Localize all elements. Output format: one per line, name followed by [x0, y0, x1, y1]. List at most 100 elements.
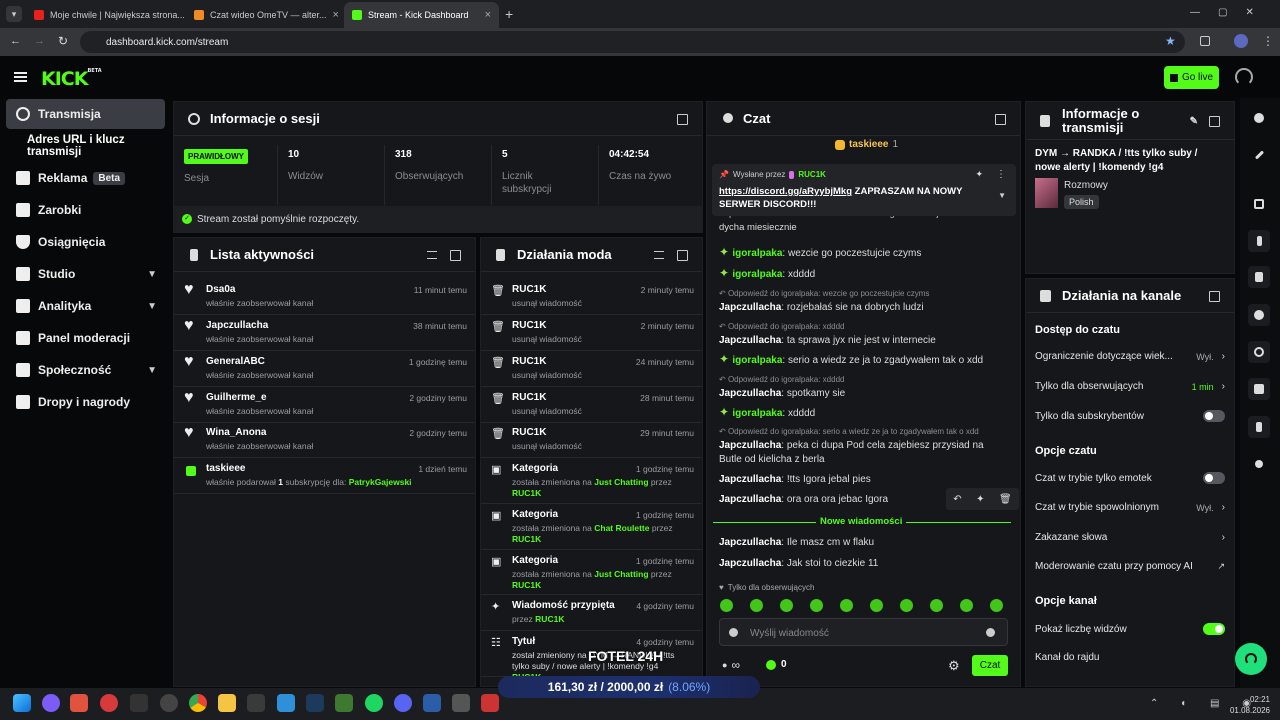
spotify-icon[interactable] — [365, 694, 383, 712]
app-icon-2[interactable] — [70, 694, 88, 712]
chat-message[interactable]: ↶ Odpowiedź do igoralpaka: wezcie go poc… — [719, 287, 1009, 315]
app-icon-3[interactable] — [100, 694, 118, 712]
close-tab-icon[interactable]: × — [485, 9, 491, 21]
nav-item-studio[interactable]: Studio ▼ — [6, 259, 165, 289]
popout-icon[interactable] — [995, 114, 1006, 125]
window-controls[interactable]: —▢✕ — [1190, 7, 1272, 18]
chat-username[interactable]: igoralpaka — [732, 269, 782, 280]
nav-item-analityka[interactable]: Analityka ▼ — [6, 291, 165, 321]
forward-icon[interactable]: → — [34, 35, 45, 47]
focus-icon[interactable] — [1248, 193, 1270, 215]
browser-tab-3[interactable]: Stream - Kick Dashboard × — [344, 2, 499, 28]
expand-chevron-icon[interactable]: ▼ — [998, 191, 1006, 200]
unpin-icon[interactable]: ✦ — [975, 169, 983, 180]
nav-item-panel-moderacji[interactable]: Panel moderacji — [6, 323, 165, 353]
smile-icon[interactable] — [986, 628, 995, 637]
pin-icon[interactable]: ✦ — [976, 494, 984, 505]
support-headset-icon[interactable] — [1235, 643, 1267, 675]
hamburger-menu-icon[interactable] — [14, 72, 27, 82]
tab-search-icon[interactable]: ▾ — [6, 6, 22, 22]
chat-message[interactable]: ↶ Odpowiedź do igoralpaka: serio a wiedz… — [719, 425, 1009, 467]
file-explorer-icon[interactable] — [218, 694, 236, 712]
chat-settings-icon[interactable]: ⚙ — [948, 658, 960, 674]
popout-icon[interactable] — [677, 250, 688, 261]
chat-message[interactable]: ✦ igoralpaka: xdddd — [719, 266, 1009, 282]
nav-item-reklama[interactable]: Reklama Beta — [6, 163, 165, 193]
app-icon-1[interactable] — [42, 694, 60, 712]
emote-only-toggle[interactable] — [1203, 472, 1225, 484]
emote-icon[interactable] — [810, 599, 823, 612]
bolt-icon[interactable] — [1248, 230, 1270, 252]
nav-item-spolecznosc[interactable]: Społeczność ▼ — [6, 355, 165, 385]
pinned-message[interactable]: 📌 Wysłane przez RUC1K ✦ ⋮ ▼ https://discor… — [712, 164, 1016, 216]
emote-icon[interactable] — [870, 599, 883, 612]
chat-message[interactable]: Japczullacha: Ile masz cm w flaku — [719, 536, 1009, 550]
reload-icon[interactable]: ↻ — [58, 34, 68, 48]
chat-username[interactable]: Japczullacha — [719, 474, 781, 485]
filter-icon[interactable] — [654, 251, 664, 259]
chat-icon[interactable] — [1248, 304, 1270, 326]
nav-item-zarobki[interactable]: Zarobki — [6, 195, 165, 225]
chat-message[interactable]: ✦ igoralpaka: xdddd — [719, 405, 1009, 421]
activity-username[interactable]: GeneralABC — [206, 356, 265, 367]
windows-start-icon[interactable] — [13, 694, 31, 712]
filter-icon[interactable] — [427, 251, 437, 259]
clock[interactable]: 02:21 01.08.2026 — [1226, 694, 1270, 716]
popout-icon[interactable] — [1209, 116, 1220, 127]
chat-username[interactable]: igoralpaka — [732, 248, 782, 259]
raid-channel-row[interactable]: Kanał do rajdu — [1035, 652, 1225, 663]
followers-only-row[interactable]: Tylko dla obserwujących 1 min › — [1035, 381, 1225, 392]
discord-icon[interactable] — [394, 694, 412, 712]
bookmark-star-icon[interactable]: ★ — [1165, 34, 1176, 48]
emote-icon[interactable] — [840, 599, 853, 612]
age-restriction-row[interactable]: Ograniczenie dotyczące wiek... Wył. › — [1035, 351, 1225, 362]
slow-mode-row[interactable]: Czat w trybie spowolnionym Wył. › — [1035, 502, 1225, 513]
chat-username[interactable]: Japczullacha — [719, 302, 781, 313]
edit-pencil-icon[interactable]: ✎ — [1190, 115, 1198, 129]
chat-message[interactable]: ✦ igoralpaka: serio a wiedz ze ja to zga… — [719, 352, 1009, 368]
pinned-menu-icon[interactable]: ⋮ — [996, 169, 1006, 180]
nav-item-osiagniecia[interactable]: Osiągnięcia — [6, 227, 165, 257]
chrome-icon[interactable] — [189, 694, 207, 712]
emote-icon[interactable] — [900, 599, 913, 612]
activity-username[interactable]: Guilherme_e — [206, 392, 267, 403]
chat-username[interactable]: Japczullacha — [719, 335, 781, 346]
document-icon[interactable] — [1248, 266, 1270, 288]
activity-username[interactable]: Japczullacha — [206, 320, 268, 331]
chat-username[interactable]: Japczullacha — [719, 440, 781, 451]
popout-icon[interactable] — [1209, 291, 1220, 302]
ai-moderation-row[interactable]: Moderowanie czatu przy pomocy AI ↗ — [1035, 561, 1225, 572]
steam-icon[interactable] — [306, 694, 324, 712]
chat-username[interactable]: Japczullacha — [719, 388, 781, 399]
chat-username[interactable]: igoralpaka — [732, 355, 782, 366]
go-live-button[interactable]: Go live — [1164, 66, 1219, 89]
user-avatar[interactable] — [1235, 68, 1253, 86]
broadcast-icon[interactable] — [1248, 341, 1270, 363]
delete-icon[interactable]: 🗑 — [999, 494, 1012, 505]
chat-message[interactable]: Japczullacha: !tts Igora jebal pies — [719, 473, 1009, 487]
chat-message[interactable]: Japczullacha: Jak stoi to ciezkie 11 — [719, 557, 1009, 571]
new-tab-icon[interactable]: + — [505, 6, 513, 22]
emote-icon[interactable] — [990, 599, 1003, 612]
send-chat-button[interactable]: Czat — [972, 655, 1008, 676]
app-icon-14[interactable] — [423, 694, 441, 712]
emote-icon[interactable] — [780, 599, 793, 612]
activity-username[interactable]: taskieee — [206, 463, 245, 474]
reply-icon[interactable]: ↶ — [953, 494, 961, 505]
info-icon[interactable] — [1248, 107, 1270, 129]
browser-tab-2[interactable]: Czat wideo OmeTV — alter... × — [186, 2, 342, 28]
nav-item-transmisja[interactable]: Transmisja — [6, 99, 165, 129]
chat-input[interactable]: Wyślij wiadomość — [719, 618, 1008, 646]
top-gifter[interactable]: taskieee 1 — [835, 139, 898, 150]
close-tab-icon[interactable]: × — [333, 9, 339, 21]
wrench-icon[interactable] — [1248, 416, 1270, 438]
popout-icon[interactable] — [450, 250, 461, 261]
activity-username[interactable]: Dsa0a — [206, 284, 235, 295]
app-icon-4[interactable] — [130, 694, 148, 712]
chat-username[interactable]: igoralpaka — [732, 408, 782, 419]
app-icon-15[interactable] — [452, 694, 470, 712]
kick-logo[interactable]: KICKBETA — [41, 68, 102, 90]
show-viewers-toggle[interactable] — [1203, 623, 1225, 635]
app-icon-8[interactable] — [247, 694, 265, 712]
app-icon-11[interactable] — [335, 694, 353, 712]
